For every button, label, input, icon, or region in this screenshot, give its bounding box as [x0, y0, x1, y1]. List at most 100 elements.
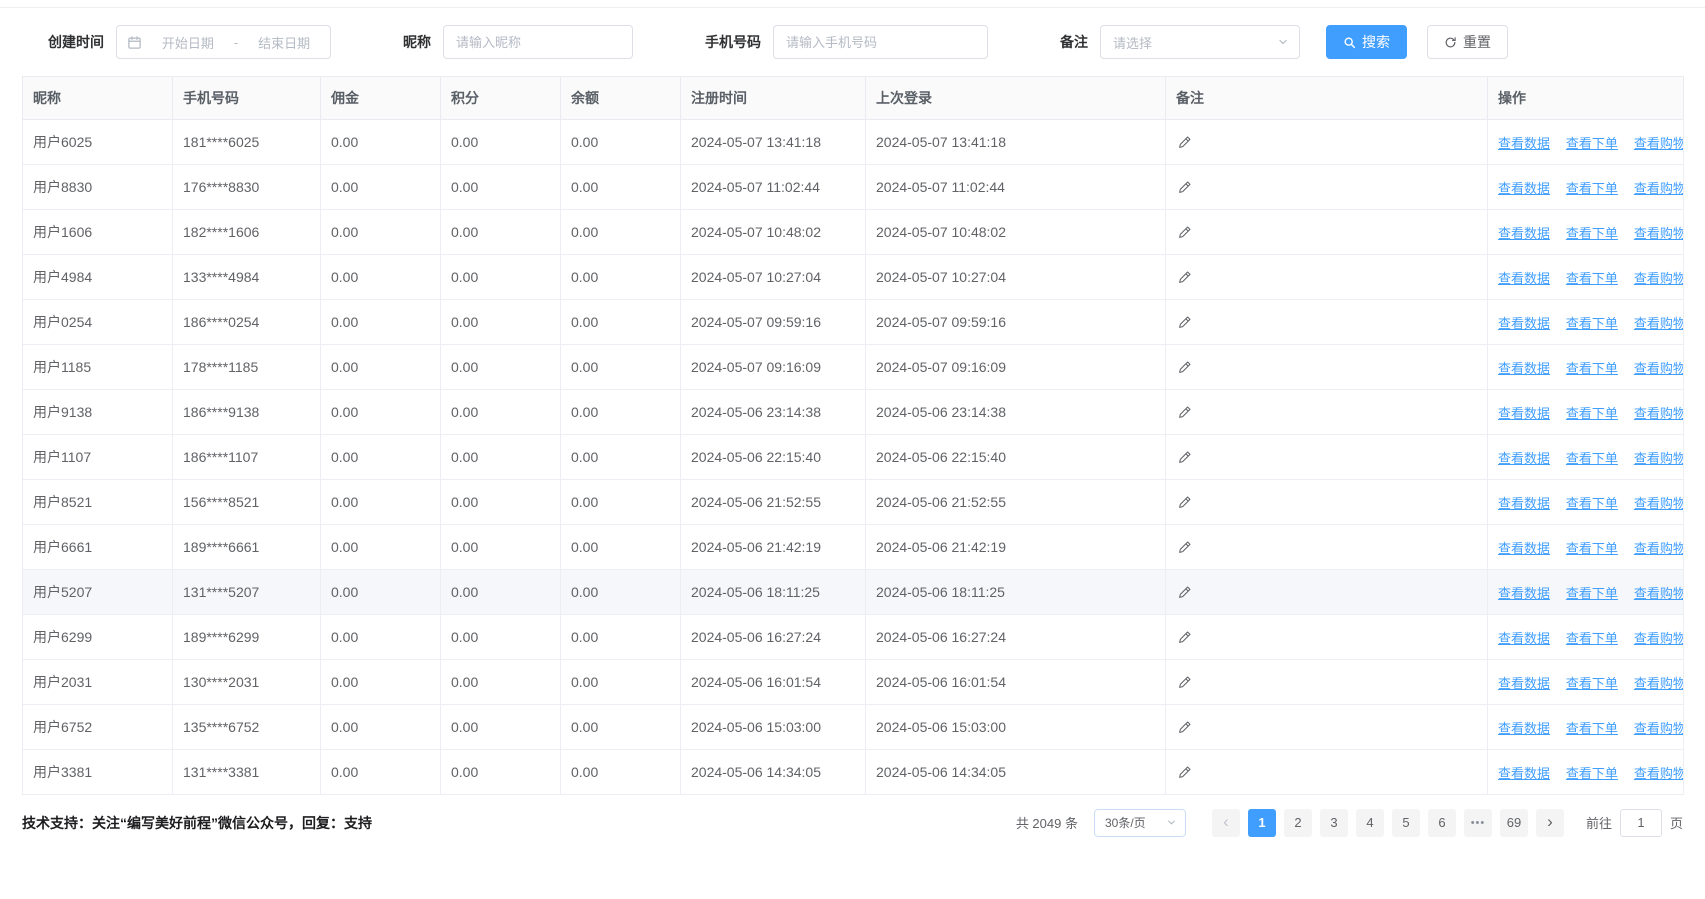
- view-orders-link[interactable]: 查看下单: [1566, 226, 1618, 241]
- page-button-1[interactable]: 1: [1248, 809, 1276, 837]
- cell-phone: 181****6025: [173, 120, 321, 165]
- page-button-5[interactable]: 5: [1392, 809, 1420, 837]
- view-data-link[interactable]: 查看数据: [1498, 451, 1550, 466]
- page-button-3[interactable]: 3: [1320, 809, 1348, 837]
- view-orders-link[interactable]: 查看下单: [1566, 136, 1618, 151]
- view-data-link[interactable]: 查看数据: [1498, 181, 1550, 196]
- view-data-link[interactable]: 查看数据: [1498, 721, 1550, 736]
- view-orders-link[interactable]: 查看下单: [1566, 451, 1618, 466]
- page-button-4[interactable]: 4: [1356, 809, 1384, 837]
- remark-select[interactable]: 请选择: [1100, 25, 1300, 59]
- cell-nickname: 用户8521: [23, 480, 173, 525]
- edit-remark-icon[interactable]: [1176, 403, 1194, 421]
- view-orders-link[interactable]: 查看下单: [1566, 631, 1618, 646]
- view-orders-link[interactable]: 查看下单: [1566, 406, 1618, 421]
- edit-remark-icon[interactable]: [1176, 178, 1194, 196]
- page-button-2[interactable]: 2: [1284, 809, 1312, 837]
- view-orders-link[interactable]: 查看下单: [1566, 361, 1618, 376]
- edit-remark-icon[interactable]: [1176, 133, 1194, 151]
- nickname-input[interactable]: [443, 25, 633, 59]
- view-cart-link[interactable]: 查看购物车: [1634, 181, 1684, 196]
- view-data-link[interactable]: 查看数据: [1498, 271, 1550, 286]
- edit-remark-icon[interactable]: [1176, 268, 1194, 286]
- phone-input[interactable]: [773, 25, 988, 59]
- prev-page-button[interactable]: ‹: [1212, 809, 1240, 837]
- cell-nickname: 用户6661: [23, 525, 173, 570]
- view-cart-link[interactable]: 查看购物车: [1634, 631, 1684, 646]
- edit-remark-icon[interactable]: [1176, 763, 1194, 781]
- view-data-link[interactable]: 查看数据: [1498, 316, 1550, 331]
- view-data-link[interactable]: 查看数据: [1498, 406, 1550, 421]
- edit-remark-icon[interactable]: [1176, 358, 1194, 376]
- cell-actions: 查看数据 查看下单 查看购物车: [1488, 435, 1684, 480]
- view-cart-link[interactable]: 查看购物车: [1634, 226, 1684, 241]
- filter-group-phone: 手机号码: [705, 25, 988, 59]
- cell-actions: 查看数据 查看下单 查看购物车: [1488, 705, 1684, 750]
- page-button-69[interactable]: 69: [1500, 809, 1528, 837]
- reset-button[interactable]: 重置: [1427, 25, 1508, 59]
- search-button[interactable]: 搜索: [1326, 25, 1407, 59]
- cell-actions: 查看数据 查看下单 查看购物车: [1488, 390, 1684, 435]
- edit-remark-icon[interactable]: [1176, 538, 1194, 556]
- view-cart-link[interactable]: 查看购物车: [1634, 361, 1684, 376]
- edit-remark-icon[interactable]: [1176, 673, 1194, 691]
- page-size-select[interactable]: 30条/页: [1094, 809, 1186, 837]
- view-cart-link[interactable]: 查看购物车: [1634, 316, 1684, 331]
- page-button-6[interactable]: 6: [1428, 809, 1456, 837]
- view-orders-link[interactable]: 查看下单: [1566, 541, 1618, 556]
- edit-remark-icon[interactable]: [1176, 313, 1194, 331]
- cell-nickname: 用户6025: [23, 120, 173, 165]
- cell-balance: 0.00: [561, 525, 681, 570]
- edit-remark-icon[interactable]: [1176, 583, 1194, 601]
- view-data-link[interactable]: 查看数据: [1498, 586, 1550, 601]
- reset-button-label: 重置: [1463, 32, 1491, 52]
- view-data-link[interactable]: 查看数据: [1498, 766, 1550, 781]
- date-range-picker[interactable]: 开始日期 - 结束日期: [116, 25, 331, 59]
- cell-actions: 查看数据 查看下单 查看购物车: [1488, 210, 1684, 255]
- edit-remark-icon[interactable]: [1176, 223, 1194, 241]
- view-data-link[interactable]: 查看数据: [1498, 676, 1550, 691]
- view-orders-link[interactable]: 查看下单: [1566, 181, 1618, 196]
- view-orders-link[interactable]: 查看下单: [1566, 271, 1618, 286]
- cell-nickname: 用户4984: [23, 255, 173, 300]
- edit-remark-icon[interactable]: [1176, 493, 1194, 511]
- goto-page-input[interactable]: [1620, 809, 1662, 837]
- view-data-link[interactable]: 查看数据: [1498, 496, 1550, 511]
- view-orders-link[interactable]: 查看下单: [1566, 316, 1618, 331]
- view-orders-link[interactable]: 查看下单: [1566, 676, 1618, 691]
- view-cart-link[interactable]: 查看购物车: [1634, 496, 1684, 511]
- edit-remark-icon[interactable]: [1176, 448, 1194, 466]
- view-cart-link[interactable]: 查看购物车: [1634, 721, 1684, 736]
- cell-points: 0.00: [441, 480, 561, 525]
- view-cart-link[interactable]: 查看购物车: [1634, 586, 1684, 601]
- view-data-link[interactable]: 查看数据: [1498, 541, 1550, 556]
- view-cart-link[interactable]: 查看购物车: [1634, 676, 1684, 691]
- view-cart-link[interactable]: 查看购物车: [1634, 541, 1684, 556]
- view-data-link[interactable]: 查看数据: [1498, 361, 1550, 376]
- cell-remark: [1166, 435, 1488, 480]
- view-orders-link[interactable]: 查看下单: [1566, 496, 1618, 511]
- view-data-link[interactable]: 查看数据: [1498, 226, 1550, 241]
- next-page-button[interactable]: ›: [1536, 809, 1564, 837]
- view-orders-link[interactable]: 查看下单: [1566, 586, 1618, 601]
- goto-prefix: 前往: [1586, 813, 1612, 832]
- view-cart-link[interactable]: 查看购物车: [1634, 451, 1684, 466]
- more-pages-button[interactable]: •••: [1464, 809, 1492, 837]
- cell-commission: 0.00: [321, 165, 441, 210]
- view-cart-link[interactable]: 查看购物车: [1634, 766, 1684, 781]
- view-orders-link[interactable]: 查看下单: [1566, 766, 1618, 781]
- edit-remark-icon[interactable]: [1176, 628, 1194, 646]
- view-cart-link[interactable]: 查看购物车: [1634, 136, 1684, 151]
- filter-group-remark: 备注 请选择: [1060, 25, 1300, 59]
- view-data-link[interactable]: 查看数据: [1498, 631, 1550, 646]
- view-cart-link[interactable]: 查看购物车: [1634, 271, 1684, 286]
- cell-remark: [1166, 120, 1488, 165]
- view-data-link[interactable]: 查看数据: [1498, 136, 1550, 151]
- edit-remark-icon[interactable]: [1176, 718, 1194, 736]
- view-orders-link[interactable]: 查看下单: [1566, 721, 1618, 736]
- cell-commission: 0.00: [321, 615, 441, 660]
- view-cart-link[interactable]: 查看购物车: [1634, 406, 1684, 421]
- pagination-area: 共 2049 条 30条/页 ‹123456•••69› 前往 页: [1016, 809, 1683, 837]
- cell-balance: 0.00: [561, 390, 681, 435]
- cell-register-time: 2024-05-07 10:27:04: [681, 255, 866, 300]
